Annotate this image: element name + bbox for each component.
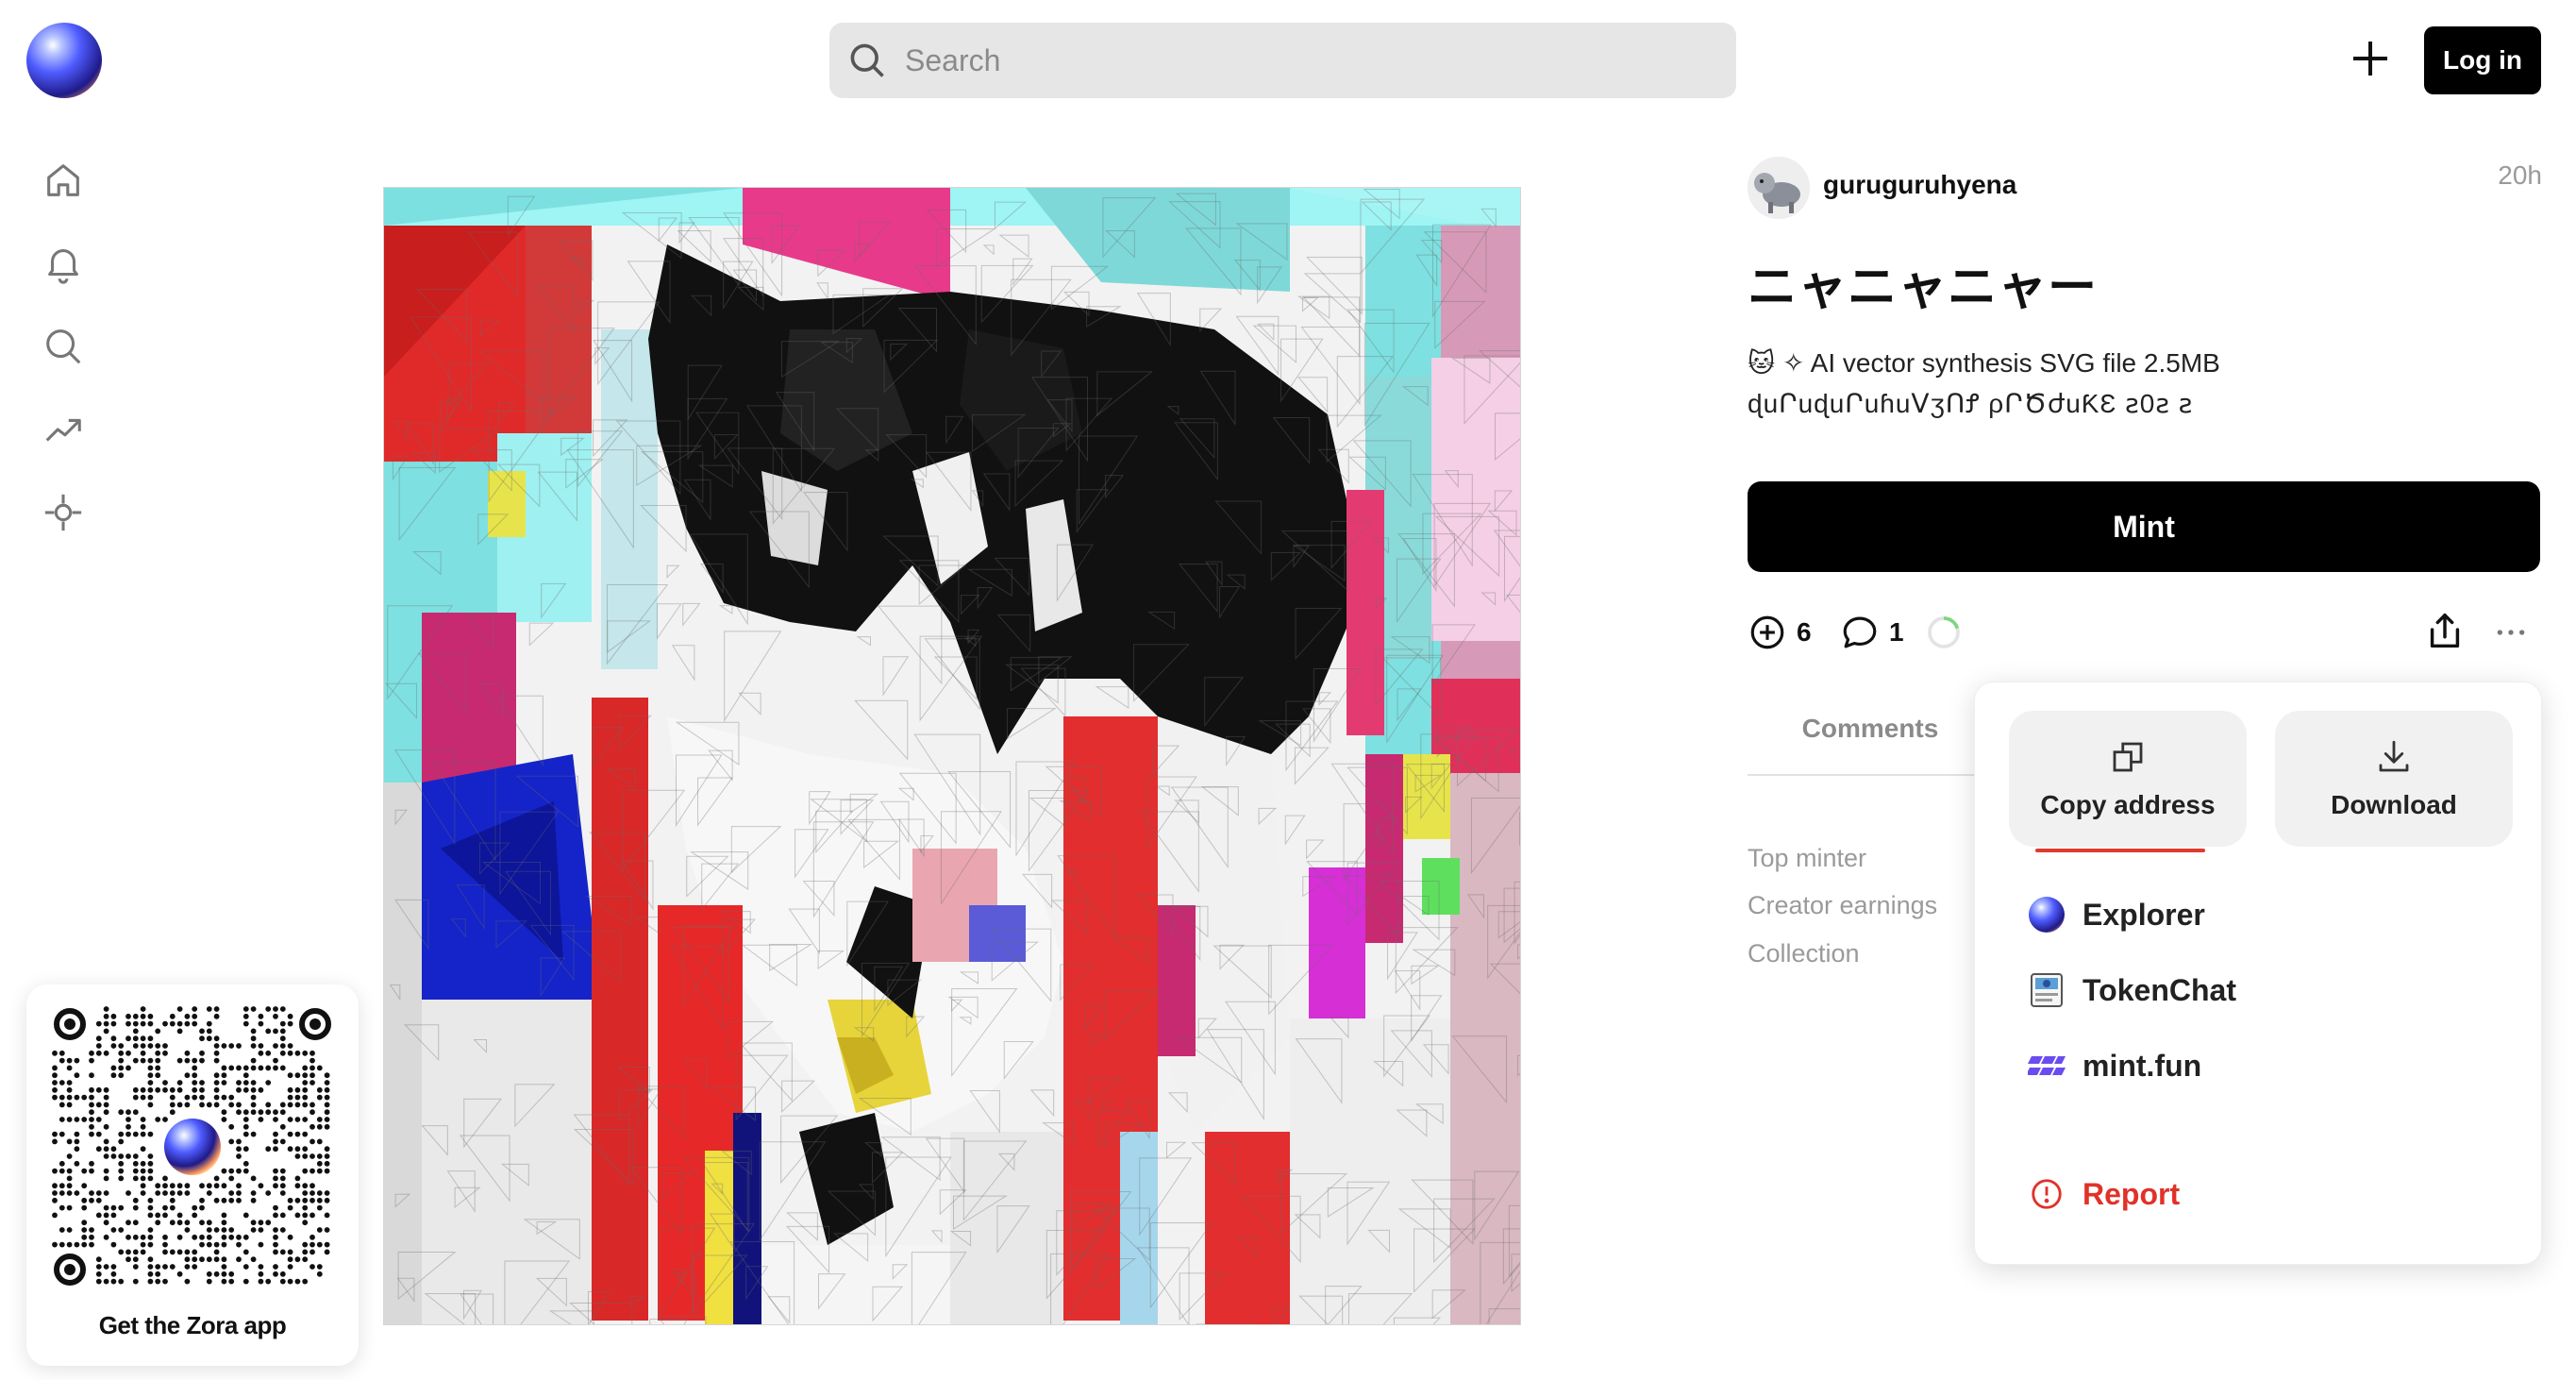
trending-icon — [45, 418, 81, 442]
more-options-icon[interactable] — [2489, 614, 2533, 651]
post-description-line1: 🐱 ✧ AI vector synthesis SVG file 2.5MB — [1748, 348, 2220, 378]
create-plus-icon[interactable] — [2348, 36, 2393, 81]
search-input[interactable] — [903, 42, 1681, 79]
sidebar-item-home[interactable] — [38, 155, 89, 206]
sidebar-item-notifications[interactable] — [38, 238, 89, 289]
info-creator-earnings: Creator earnings — [1748, 891, 1938, 919]
info-top-minter: Top minter — [1748, 844, 1867, 872]
menu-item-explorer[interactable]: Explorer — [2028, 892, 2205, 937]
download-icon — [2379, 740, 2409, 772]
menu-item-mintfun[interactable]: mint.fun — [2028, 1043, 2201, 1088]
mint-button[interactable]: Mint — [1748, 481, 2540, 572]
zora-orb-icon — [164, 1119, 221, 1175]
copy-icon — [2113, 742, 2143, 772]
info-collection: Collection — [1748, 939, 1860, 968]
search-icon — [850, 43, 884, 77]
copy-address-button[interactable]: Copy address — [2009, 711, 2247, 847]
post-timestamp: 20h — [2498, 160, 2542, 190]
loading-spinner-icon — [1928, 616, 1960, 648]
post-description-line2: ɖuՐuɖuՐuɦuꓦʒՈꝬ ρՐԾժuƘƐ ꙅ0ꙅ ꙅ — [1748, 389, 2194, 418]
sidebar-item-search[interactable] — [38, 321, 89, 372]
copy-address-underline — [2035, 849, 2205, 852]
app-download-card[interactable]: Get the Zora app — [26, 985, 359, 1366]
mint-count-value: 6 — [1797, 617, 1812, 647]
crosshair-icon — [44, 494, 82, 531]
search-icon — [46, 329, 81, 364]
zora-logo[interactable] — [26, 23, 102, 98]
mint-count[interactable]: 6 — [1748, 612, 1812, 653]
download-button[interactable]: Download — [2275, 711, 2513, 847]
menu-item-label: mint.fun — [2083, 1048, 2202, 1083]
alert-circle-icon — [2028, 1175, 2066, 1213]
report-label: Report — [2083, 1176, 2181, 1211]
tab-comments[interactable]: Comments — [1748, 714, 1993, 744]
menu-item-tokenchat[interactable]: TokenChat — [2028, 968, 2236, 1013]
artwork-graphic — [384, 188, 1520, 1324]
creator-avatar[interactable] — [1748, 157, 1810, 219]
post-title: ニャニャニャー — [1748, 261, 2099, 315]
artwork-image[interactable] — [383, 187, 1521, 1325]
report-button[interactable]: Report — [2028, 1171, 2180, 1217]
download-label: Download — [2331, 790, 2457, 819]
comment-bubble-icon — [1843, 616, 1877, 648]
comment-count-value: 1 — [1889, 617, 1904, 647]
comment-count[interactable]: 1 — [1840, 612, 1904, 653]
menu-item-label: Explorer — [2083, 897, 2205, 932]
sidebar-item-trending[interactable] — [38, 404, 89, 455]
app-promo-label: Get the Zora app — [98, 1311, 287, 1339]
creator-username[interactable]: guruguruhyena — [1823, 170, 2016, 200]
tokenchat-icon — [2028, 971, 2066, 1009]
login-button[interactable]: Log in — [2424, 26, 2541, 94]
plus-circle-icon — [1750, 615, 1784, 649]
copy-address-label: Copy address — [2040, 790, 2216, 819]
home-icon — [47, 164, 79, 196]
bell-icon — [48, 249, 78, 284]
search-bar[interactable] — [829, 23, 1736, 98]
qr-code — [52, 1006, 331, 1286]
share-icon[interactable] — [2423, 610, 2467, 653]
zora-orb-icon — [2028, 896, 2066, 934]
menu-item-label: TokenChat — [2083, 972, 2236, 1007]
mintfun-icon — [2028, 1047, 2066, 1085]
hyena-avatar-image — [1748, 157, 1810, 219]
sidebar-item-explore[interactable] — [38, 487, 89, 538]
more-options-menu: Copy address Download Explorer TokenChat… — [1974, 682, 2542, 1265]
